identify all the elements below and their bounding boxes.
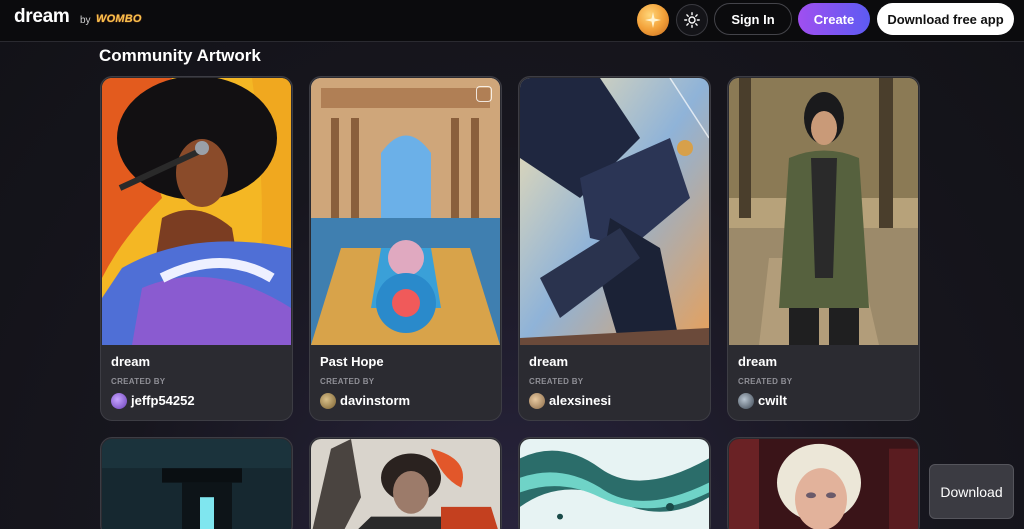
dream-logo[interactable]: dream	[14, 6, 70, 28]
artwork-card[interactable]: dream CREATED BY jeffp54252	[100, 76, 293, 421]
top-nav: dream by WOMBO Sign In Create Download f…	[0, 0, 1024, 42]
create-button[interactable]: Create	[798, 3, 870, 35]
created-by-label: CREATED BY	[320, 377, 375, 386]
artwork-title: dream	[738, 354, 778, 369]
created-by-label: CREATED BY	[529, 377, 584, 386]
artwork-image[interactable]	[102, 78, 291, 345]
artwork-title: Past Hope	[320, 354, 384, 369]
created-by-label: CREATED BY	[738, 377, 793, 386]
section-title: Community Artwork	[99, 46, 261, 65]
artwork-title: dream	[529, 354, 569, 369]
wombo-logo: WOMBO	[96, 13, 142, 25]
download-free-app-button[interactable]: Download free app	[877, 3, 1014, 35]
creator-username[interactable]: alexsinesi	[549, 393, 611, 408]
creator-avatar[interactable]	[529, 393, 545, 409]
artwork-image[interactable]	[520, 439, 709, 529]
creator-avatar[interactable]	[320, 393, 336, 409]
artwork-image[interactable]	[102, 439, 291, 529]
expand-icon[interactable]	[476, 86, 492, 102]
artwork-title: dream	[111, 354, 151, 369]
sparkle-icon	[645, 12, 661, 28]
artwork-image[interactable]	[729, 439, 918, 529]
sign-in-button[interactable]: Sign In	[714, 3, 792, 35]
artwork-card[interactable]: Past Hope CREATED BY davinstorm	[309, 76, 502, 421]
creator-username[interactable]: davinstorm	[340, 393, 410, 408]
artwork-card[interactable]: dream CREATED BY cwilt	[727, 76, 920, 421]
sun-icon	[684, 12, 700, 28]
artwork-card[interactable]	[518, 437, 711, 529]
creator-username[interactable]: cwilt	[758, 393, 787, 408]
artwork-image[interactable]	[311, 78, 500, 345]
artwork-card[interactable]	[100, 437, 293, 529]
artwork-card[interactable]	[727, 437, 920, 529]
artwork-card[interactable]	[309, 437, 502, 529]
artwork-image[interactable]	[520, 78, 709, 345]
artwork-image[interactable]	[729, 78, 918, 345]
creator-avatar[interactable]	[111, 393, 127, 409]
by-label: by	[80, 15, 91, 26]
artwork-image[interactable]	[311, 439, 500, 529]
created-by-label: CREATED BY	[111, 377, 166, 386]
artwork-card[interactable]: dream CREATED BY alexsinesi	[518, 76, 711, 421]
profile-coin-button[interactable]	[637, 4, 669, 36]
creator-avatar[interactable]	[738, 393, 754, 409]
creator-username[interactable]: jeffp54252	[131, 393, 195, 408]
floating-download-button[interactable]: Download	[929, 464, 1014, 519]
theme-toggle-button[interactable]	[676, 4, 708, 36]
